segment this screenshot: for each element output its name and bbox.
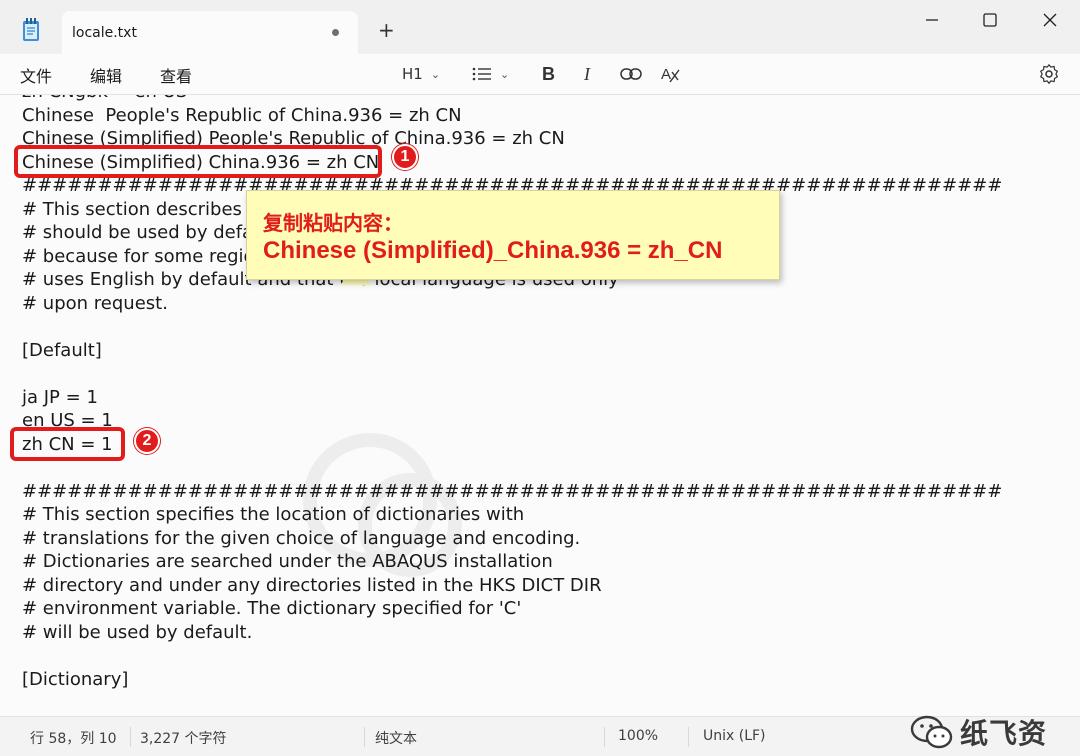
editor-line[interactable]: ja JP = 1 xyxy=(22,386,1002,410)
callout-value: Chinese (Simplified)_China.936 = zh_CN xyxy=(263,237,723,264)
bold-button[interactable]: B xyxy=(542,62,555,86)
editor-line[interactable]: # upon request. xyxy=(22,292,1002,316)
editor-line[interactable]: Chinese People's Republic of China.936 =… xyxy=(22,104,1002,128)
chevron-down-icon: ⌄ xyxy=(500,67,510,81)
editor-line[interactable]: zh CNgbk = en US xyxy=(22,95,1002,104)
link-icon xyxy=(620,68,642,80)
cursor-position: 行 58，列 10 xyxy=(30,731,117,747)
minimize-icon[interactable] xyxy=(918,10,946,30)
char-count: 3,227 个字符 xyxy=(140,731,227,747)
gear-icon xyxy=(1039,63,1059,85)
editor-line[interactable]: # translations for the given choice of l… xyxy=(22,527,1002,551)
editor-line[interactable]: [Default] xyxy=(22,339,1002,363)
close-icon[interactable] xyxy=(1036,10,1064,30)
editor-line[interactable]: # environment variable. The dictionary s… xyxy=(22,597,1002,621)
editor-line[interactable]: # will be used by default. xyxy=(22,621,1002,645)
bold-icon: B xyxy=(542,63,555,84)
status-divider xyxy=(688,727,689,747)
zoom-level[interactable]: 100% xyxy=(618,728,658,744)
callout-title: 复制粘贴内容： xyxy=(263,213,403,235)
status-divider xyxy=(604,727,605,747)
editor-line[interactable] xyxy=(22,362,1002,386)
editor-line[interactable]: en US = 1 xyxy=(22,409,1002,433)
line-ending[interactable]: Unix (LF) xyxy=(703,728,766,744)
heading-label: H1 xyxy=(402,65,423,83)
new-tab-button[interactable]: + xyxy=(378,20,395,40)
callout-box: 复制粘贴内容： Chinese (Simplified)_China.936 =… xyxy=(246,190,780,280)
chevron-down-icon: ⌄ xyxy=(430,67,441,81)
list-dropdown[interactable]: ⌄ xyxy=(472,62,509,86)
italic-icon: I xyxy=(584,63,590,84)
settings-button[interactable] xyxy=(1038,62,1060,86)
highlight-box-1 xyxy=(14,145,382,178)
editor-line[interactable]: # Dictionaries are searched under the AB… xyxy=(22,550,1002,574)
wechat-icon xyxy=(910,715,953,749)
link-button[interactable] xyxy=(620,62,642,86)
status-divider xyxy=(364,727,365,747)
editor-line[interactable]: ########################################… xyxy=(22,480,1002,504)
editor-line[interactable]: [Dictionary] xyxy=(22,668,1002,692)
menu-edit[interactable]: 编辑 xyxy=(90,63,122,87)
editor-lines[interactable]: zh CNgbk = en USChinese People's Republi… xyxy=(22,95,1002,692)
editor-line[interactable] xyxy=(22,644,1002,668)
status-divider xyxy=(130,727,131,747)
menu-file[interactable]: 文件 xyxy=(20,63,52,87)
menu-bar: 文件 编辑 查看 H1 ⌄ ⌄ B I A xyxy=(0,54,1080,94)
brand-logo: 纸飞资 xyxy=(910,712,1047,752)
maximize-icon[interactable] xyxy=(976,10,1004,30)
step-badge-2: 2 xyxy=(134,428,160,454)
editor-line[interactable]: zh CN = 1 xyxy=(22,433,1002,457)
unsaved-dot-icon[interactable] xyxy=(332,29,339,36)
brand-name: 纸飞资 xyxy=(960,717,1048,750)
editor-line[interactable]: # directory and under any directories li… xyxy=(22,574,1002,598)
step-badge-1: 1 xyxy=(392,144,418,170)
svg-text:A: A xyxy=(661,66,671,83)
tab-title: locale.txt xyxy=(72,25,137,41)
list-icon xyxy=(472,67,491,81)
highlight-box-2 xyxy=(10,427,125,461)
clear-format-button[interactable]: A xyxy=(660,62,682,86)
menu-view[interactable]: 查看 xyxy=(160,63,192,87)
tab-locale[interactable]: locale.txt xyxy=(62,11,358,54)
text-format[interactable]: 纯文本 xyxy=(375,728,417,748)
editor-line[interactable]: # This section specifies the location of… xyxy=(22,503,1002,527)
editor-line[interactable] xyxy=(22,456,1002,480)
title-bar: locale.txt + xyxy=(0,0,1080,54)
notepad-app-icon xyxy=(23,18,39,41)
editor-line[interactable] xyxy=(22,315,1002,339)
heading-dropdown[interactable]: H1 ⌄ xyxy=(402,62,440,86)
clear-format-icon: A xyxy=(661,66,680,83)
text-editor[interactable]: zh CNgbk = en USChinese People's Republi… xyxy=(0,94,1080,716)
italic-button[interactable]: I xyxy=(584,62,590,86)
